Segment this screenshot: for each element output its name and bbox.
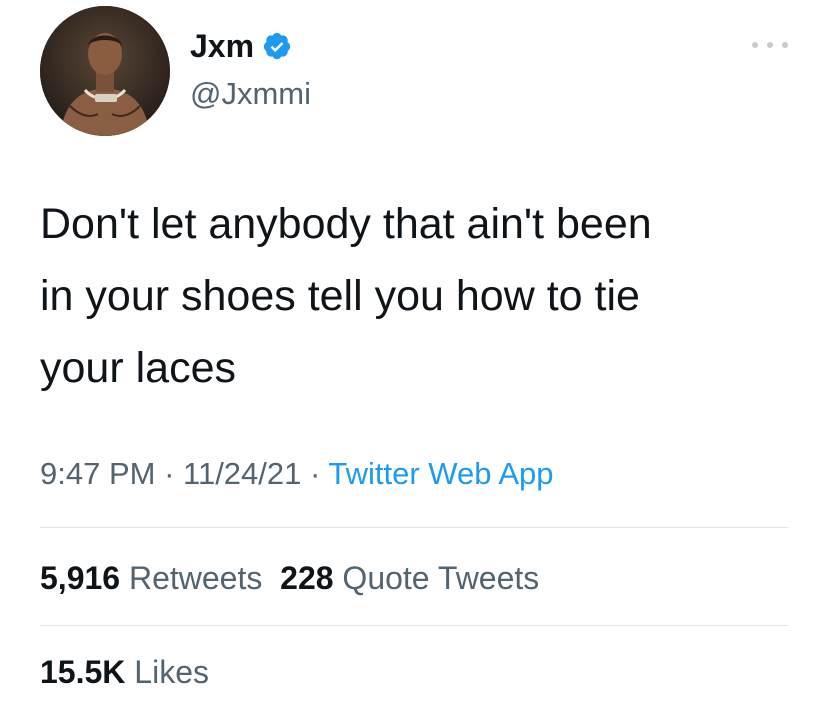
author-handle[interactable]: @Jxmmi xyxy=(190,74,311,114)
meta-separator: · xyxy=(301,456,329,491)
author-display-name-row[interactable]: Jxm xyxy=(190,26,292,66)
divider xyxy=(40,625,788,626)
retweets-count: 5,916 xyxy=(40,560,121,596)
retweets-label: Retweets xyxy=(128,560,263,596)
likes-label: Likes xyxy=(134,654,209,690)
quote-tweets-stat[interactable]: 228 Quote Tweets xyxy=(280,560,539,596)
tweet-text-line: in your shoes tell you how to tie xyxy=(40,272,640,320)
retweets-stat[interactable]: 5,916 Retweets xyxy=(40,560,262,596)
quote-tweets-label: Quote Tweets xyxy=(342,560,540,596)
verified-badge-icon xyxy=(263,32,291,60)
author-display-name[interactable]: Jxm xyxy=(190,26,254,66)
tweet-source-link[interactable]: Twitter Web App xyxy=(328,456,553,491)
likes-count: 15.5K xyxy=(40,654,126,690)
engagement-stats: 5,916 Retweets 228 Quote Tweets xyxy=(40,556,539,600)
quote-tweets-count: 228 xyxy=(280,560,334,596)
tweet-date[interactable]: 11/24/21 xyxy=(183,456,301,491)
dot xyxy=(752,42,758,48)
avatar-image xyxy=(40,6,170,136)
tweet-text: Don't let anybody that ain't been in you… xyxy=(40,188,800,404)
tweet-text-line: your laces xyxy=(40,344,236,392)
likes-stat[interactable]: 15.5K Likes xyxy=(40,650,209,694)
dot xyxy=(782,42,788,48)
avatar[interactable] xyxy=(40,6,170,136)
divider xyxy=(40,527,788,528)
tweet-time[interactable]: 9:47 PM xyxy=(40,456,155,491)
more-options-icon[interactable] xyxy=(752,38,788,52)
dot xyxy=(767,42,773,48)
meta-separator: · xyxy=(155,456,184,491)
tweet-meta: 9:47 PM · 11/24/21 · Twitter Web App xyxy=(40,452,554,496)
tweet-text-line: Don't let anybody that ain't been xyxy=(40,200,652,248)
